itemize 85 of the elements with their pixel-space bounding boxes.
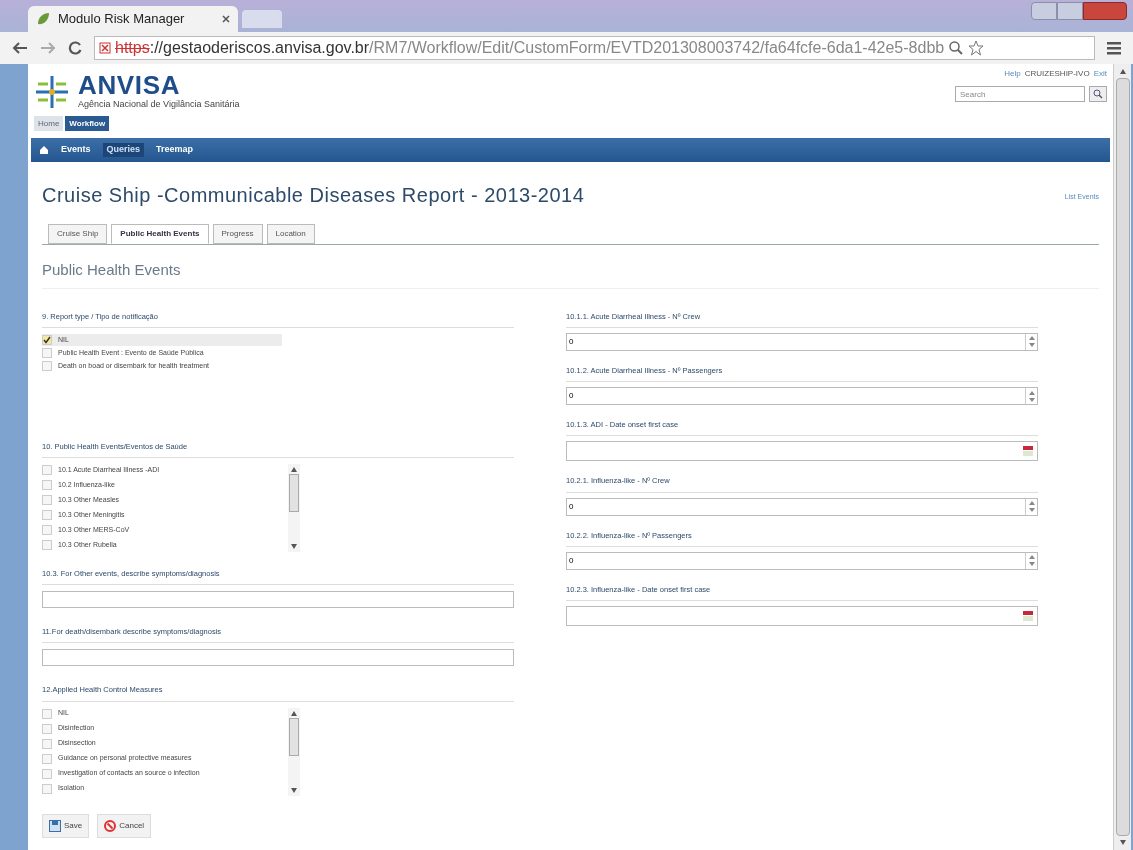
checkbox[interactable] bbox=[42, 524, 52, 535]
checkbox[interactable] bbox=[42, 768, 52, 779]
exit-link[interactable]: Exit bbox=[1093, 68, 1107, 80]
browser-tab[interactable]: Modulo Risk Manager bbox=[28, 6, 238, 32]
home-icon[interactable] bbox=[39, 145, 49, 155]
tab[interactable]: Location bbox=[266, 224, 315, 244]
minimize-button[interactable] bbox=[1031, 2, 1057, 20]
search-icon bbox=[1093, 89, 1103, 99]
up-arrow-icon[interactable] bbox=[1119, 68, 1126, 74]
number-field[interactable]: 0 bbox=[566, 387, 1038, 405]
field-value: 0 bbox=[568, 390, 575, 402]
checkbox[interactable] bbox=[42, 723, 52, 734]
url-text: https://gestaoderiscos.anvisa.gov.br/RM7/Workflow/Edit/CustomForm/EVTD201308003742/fa64fcfe-6da1-42e5-8dbb bbox=[115, 38, 945, 58]
nav-tab[interactable]: Home bbox=[34, 116, 64, 131]
number-field[interactable]: 0 bbox=[566, 551, 1038, 570]
address-field[interactable]: https://gestaoderiscos.anvisa.gov.br/RM7/Workflow/Edit/CustomForm/EVTD201308003742/fa64fcfe-6da1-42e5-8dbb bbox=[94, 36, 1095, 60]
checkbox[interactable] bbox=[42, 479, 52, 490]
down-arrow-icon[interactable] bbox=[291, 543, 297, 550]
up-arrow-icon[interactable] bbox=[291, 465, 297, 472]
checkbox[interactable] bbox=[42, 738, 52, 749]
cancel-icon bbox=[104, 819, 117, 832]
checkbox[interactable] bbox=[42, 539, 52, 550]
reload-icon[interactable] bbox=[68, 41, 82, 55]
scrollbar[interactable] bbox=[1113, 64, 1131, 850]
checkbox[interactable] bbox=[42, 708, 52, 719]
help-link[interactable]: Help bbox=[1004, 68, 1021, 80]
user-name: CRUIZESHIP-IVO bbox=[1024, 68, 1090, 80]
page-title: Cruise Ship -Communicable Diseases Report - 2013-2014 bbox=[42, 183, 585, 208]
checkbox[interactable] bbox=[42, 509, 52, 520]
logo-icon bbox=[34, 74, 70, 110]
list-scrollbar[interactable] bbox=[288, 707, 300, 796]
spinner-icon[interactable] bbox=[1028, 390, 1035, 402]
field-value: 0 bbox=[568, 554, 575, 567]
back-icon[interactable] bbox=[12, 42, 28, 54]
insecure-icon bbox=[99, 42, 111, 54]
checkbox[interactable] bbox=[42, 464, 52, 475]
tab-title: Modulo Risk Manager bbox=[58, 10, 186, 29]
search-field[interactable]: Search bbox=[955, 86, 1085, 102]
spinner-icon[interactable] bbox=[1028, 555, 1035, 567]
search-button[interactable] bbox=[1089, 86, 1107, 102]
scroll-thumb[interactable] bbox=[1115, 78, 1130, 836]
checkbox[interactable] bbox=[42, 347, 52, 358]
number-field[interactable]: 0 bbox=[566, 332, 1038, 351]
scroll-thumb[interactable] bbox=[289, 473, 299, 512]
field-value: 0 bbox=[568, 500, 575, 513]
close-window-button[interactable] bbox=[1083, 2, 1127, 20]
zoom-icon[interactable] bbox=[948, 40, 965, 56]
maximize-button[interactable] bbox=[1057, 2, 1083, 20]
menu-item[interactable]: Queries bbox=[102, 143, 145, 157]
nav-tab[interactable]: Workflow bbox=[65, 116, 110, 131]
text-field[interactable] bbox=[42, 591, 514, 608]
list-scrollbar[interactable] bbox=[288, 463, 300, 552]
date-field[interactable] bbox=[566, 441, 1038, 462]
close-icon[interactable] bbox=[222, 15, 230, 23]
forward-icon[interactable] bbox=[40, 42, 56, 54]
leaf-icon bbox=[36, 12, 50, 26]
checkbox[interactable] bbox=[42, 753, 52, 764]
save-button[interactable]: Save bbox=[42, 813, 90, 838]
logo-text: ANVISA bbox=[78, 72, 181, 99]
calendar-icon[interactable] bbox=[1023, 445, 1033, 458]
tab[interactable]: Progress bbox=[212, 224, 263, 244]
date-field[interactable] bbox=[566, 606, 1038, 626]
field-value: 0 bbox=[568, 335, 575, 348]
checkbox[interactable] bbox=[42, 360, 52, 371]
star-icon[interactable] bbox=[968, 40, 985, 56]
menu-icon[interactable] bbox=[1107, 41, 1121, 55]
checkbox[interactable] bbox=[42, 334, 52, 345]
spinner-icon[interactable] bbox=[1028, 501, 1035, 512]
checkbox[interactable] bbox=[42, 494, 52, 505]
up-arrow-icon[interactable] bbox=[291, 709, 297, 716]
cancel-button[interactable]: Cancel bbox=[97, 813, 152, 838]
spinner-icon[interactable] bbox=[1028, 336, 1035, 348]
scroll-thumb[interactable] bbox=[289, 717, 299, 756]
down-arrow-icon[interactable] bbox=[1119, 840, 1126, 846]
text-field[interactable] bbox=[42, 649, 514, 667]
menu-item[interactable]: Treemap bbox=[152, 143, 198, 157]
calendar-icon[interactable] bbox=[1023, 610, 1033, 622]
menu-item[interactable]: Events bbox=[57, 143, 95, 157]
down-arrow-icon[interactable] bbox=[291, 787, 297, 794]
tab[interactable]: Cruise Ship bbox=[48, 224, 108, 244]
checkbox[interactable] bbox=[42, 783, 52, 794]
agency-name: Agência Nacional de Vigilância Sanitária bbox=[78, 98, 240, 112]
number-field[interactable]: 0 bbox=[566, 497, 1038, 516]
section-title: Public Health Events bbox=[42, 259, 1099, 289]
tab[interactable]: Public Health Events bbox=[111, 224, 209, 244]
